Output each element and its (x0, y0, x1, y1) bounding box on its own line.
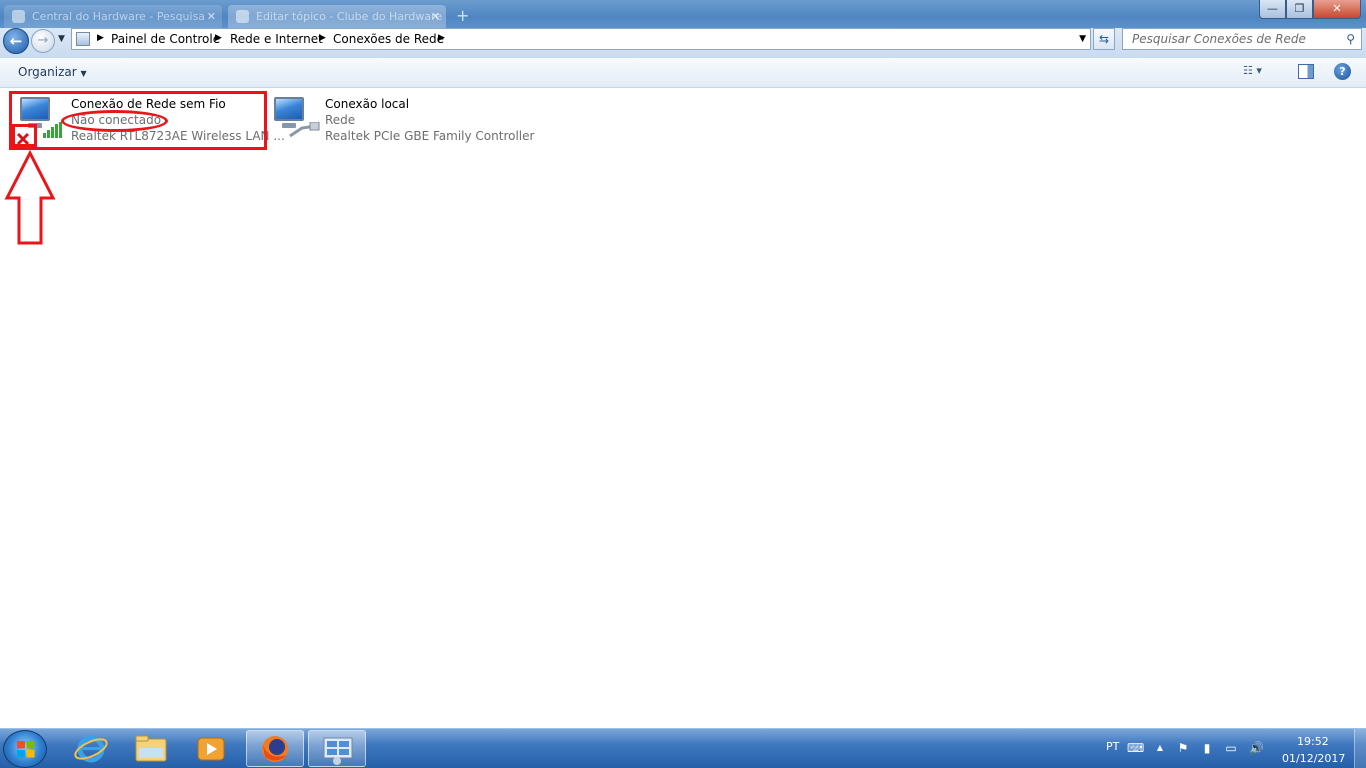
tab-close-icon[interactable]: ✕ (207, 10, 216, 23)
change-view-button[interactable]: ☷ ▾ (1243, 64, 1279, 82)
refresh-button[interactable]: ⇆ (1093, 28, 1115, 50)
organize-label: Organizar (18, 65, 77, 79)
close-button[interactable]: ✕ (1313, 0, 1361, 19)
clock-time[interactable]: 19:52 (1297, 735, 1329, 748)
connection-status: Rede (325, 113, 356, 127)
chevron-down-icon: ▼ (80, 69, 87, 78)
address-dropdown-icon[interactable]: ▼ (1079, 34, 1086, 44)
help-button[interactable]: ? (1334, 63, 1351, 80)
browser-tab-1[interactable]: Central do Hardware - Pesquisa ✕ (4, 5, 222, 28)
minimize-button[interactable]: — (1259, 0, 1286, 19)
new-tab-icon[interactable]: + (456, 6, 469, 25)
navigation-bar: ← → ▼ ▶ Painel de Controle ▶ Rede e Inte… (0, 28, 1366, 58)
show-desktop-button[interactable] (1354, 729, 1366, 768)
breadcrumb-chevron-icon[interactable]: ▶ (319, 33, 326, 43)
search-icon[interactable]: ⚲ (1346, 32, 1355, 46)
taskbar-network-connections[interactable] (308, 730, 366, 767)
volume-icon[interactable]: 🔊 (1249, 741, 1264, 755)
browser-tab-2[interactable]: Editar tópico - Clube do Hardware ✕ (228, 5, 446, 28)
search-placeholder: Pesquisar Conexões de Rede (1132, 32, 1306, 46)
address-bar[interactable]: ▶ Painel de Controle ▶ Rede e Internet ▶… (71, 28, 1091, 50)
maximize-button[interactable]: ❐ (1286, 0, 1313, 19)
forward-button[interactable]: → (31, 29, 55, 53)
network-tray-icon[interactable]: ▭ (1224, 741, 1238, 755)
back-button[interactable]: ← (3, 28, 29, 54)
search-input[interactable]: Pesquisar Conexões de Rede ⚲ (1122, 28, 1362, 50)
taskbar-firefox[interactable] (246, 730, 304, 767)
title-bar: Central do Hardware - Pesquisa ✕ Editar … (0, 0, 1366, 28)
organize-button[interactable]: Organizar ▼ (18, 65, 87, 79)
list-item-local-connection[interactable]: Conexão local Rede Realtek PCIe GBE Fami… (270, 94, 534, 146)
breadcrumb-control-panel[interactable]: Painel de Controle (111, 32, 220, 46)
firefox-icon (262, 736, 288, 762)
annotation-arrow-up-icon (4, 150, 56, 245)
folder-icon (135, 735, 167, 762)
recent-pages-chevron-icon[interactable]: ▼ (58, 34, 65, 44)
control-panel-icon (323, 737, 353, 765)
windows-logo-icon (17, 741, 35, 758)
command-bar: Organizar ▼ ☷ ▾ ? (0, 58, 1366, 88)
taskbar-media-player[interactable] (182, 730, 240, 767)
media-player-icon (197, 737, 225, 761)
favicon-icon (236, 10, 249, 23)
start-button[interactable] (3, 730, 47, 768)
tab-close-icon[interactable]: ✕ (431, 10, 440, 23)
breadcrumb-chevron-icon[interactable]: ▶ (438, 33, 445, 43)
connections-list: Conexão de Rede sem Fio Não conectado Re… (0, 88, 1366, 728)
breadcrumb-network-internet[interactable]: Rede e Internet (230, 32, 323, 46)
language-indicator[interactable]: PT (1106, 740, 1119, 753)
breadcrumb-chevron-icon[interactable]: ▶ (215, 33, 222, 43)
action-center-flag-icon[interactable]: ⚑ (1176, 741, 1190, 755)
annotation-x-box (12, 124, 37, 147)
taskbar: PT ⌨ ▲ ⚑ ▮ ▭ 🔊 19:52 01/12/2017 (0, 728, 1366, 768)
favicon-icon (12, 10, 25, 23)
show-hidden-icons-icon[interactable]: ▲ (1153, 741, 1167, 755)
connection-name: Conexão local (325, 97, 410, 111)
taskbar-internet-explorer[interactable] (62, 730, 120, 767)
ethernet-network-icon (274, 97, 304, 121)
ethernet-cable-icon (289, 122, 320, 138)
tab-1-label: Central do Hardware - Pesquisa (32, 10, 206, 23)
tab-2-label: Editar tópico - Clube do Hardware (256, 10, 443, 23)
keyboard-icon[interactable]: ⌨ (1127, 741, 1144, 755)
breadcrumb-network-connections[interactable]: Conexões de Rede (333, 32, 444, 46)
taskbar-windows-explorer[interactable] (122, 730, 180, 767)
preview-pane-button[interactable] (1298, 64, 1314, 79)
connection-device: Realtek PCIe GBE Family Controller (325, 129, 535, 143)
internet-explorer-icon (74, 735, 108, 763)
breadcrumb-chevron-icon[interactable]: ▶ (97, 33, 104, 43)
power-icon[interactable]: ▮ (1200, 741, 1214, 755)
clock-date[interactable]: 01/12/2017 (1282, 752, 1345, 765)
control-panel-icon (76, 32, 90, 46)
annotation-status-ellipse (61, 110, 168, 132)
